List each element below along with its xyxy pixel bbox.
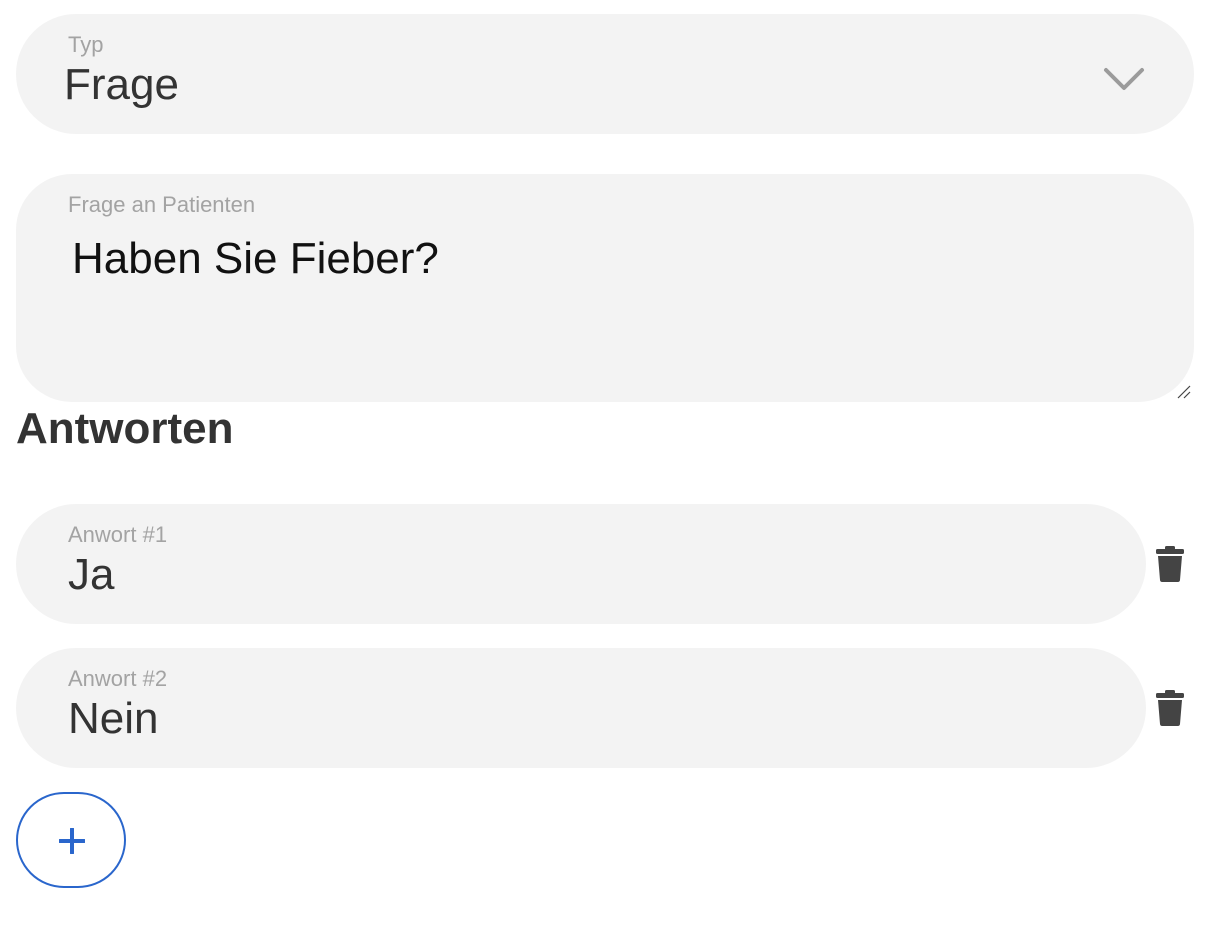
- answer-field-1[interactable]: Anwort #1 Ja: [16, 504, 1146, 624]
- answers-heading: Antworten: [16, 404, 234, 453]
- trash-icon[interactable]: [1156, 546, 1184, 582]
- question-textarea[interactable]: Frage an Patienten Haben Sie Fieber?: [16, 174, 1194, 402]
- type-select[interactable]: Typ Frage: [16, 14, 1194, 134]
- chevron-down-icon: [1104, 68, 1144, 90]
- answer-field-2[interactable]: Anwort #2 Nein: [16, 648, 1146, 768]
- type-select-label: Typ: [68, 32, 104, 57]
- resize-handle-icon[interactable]: [1176, 384, 1192, 400]
- answer-field-value[interactable]: Nein: [68, 694, 159, 744]
- answer-field-label: Anwort #1: [68, 522, 168, 547]
- answer-field-label: Anwort #2: [68, 666, 168, 691]
- add-answer-button[interactable]: [16, 792, 126, 888]
- type-select-value: Frage: [64, 60, 179, 109]
- question-textarea-label: Frage an Patienten: [68, 192, 256, 217]
- question-textarea-value[interactable]: Haben Sie Fieber?: [72, 234, 439, 284]
- answer-field-value[interactable]: Ja: [68, 550, 114, 600]
- plus-icon: [59, 828, 85, 854]
- trash-icon[interactable]: [1156, 690, 1184, 726]
